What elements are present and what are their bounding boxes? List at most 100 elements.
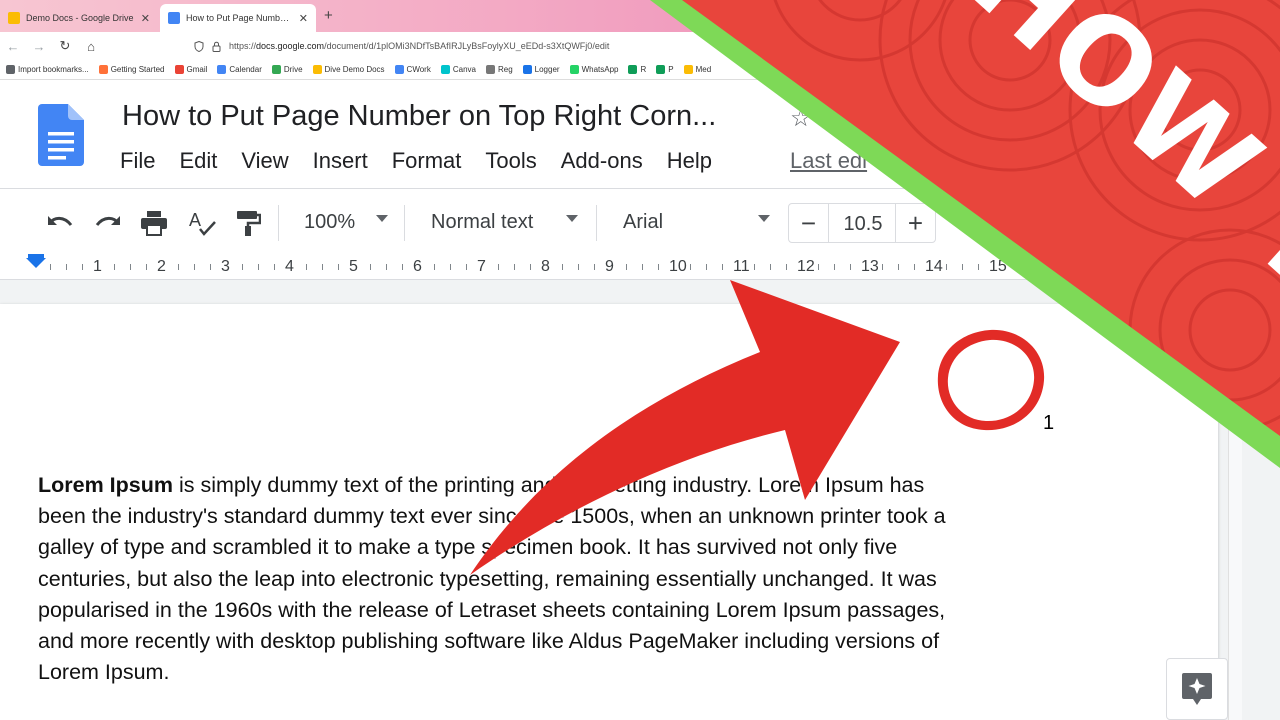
bookmark-item[interactable]: Import bookmarks...	[6, 65, 89, 74]
browser-tab-drive[interactable]: Demo Docs - Google Drive ✕	[0, 4, 158, 32]
bookmark-label: Drive	[283, 65, 303, 74]
paragraph-style-select[interactable]: Normal text	[431, 211, 533, 234]
ruler-number: 9	[605, 258, 614, 275]
bookmark-item[interactable]: Dive Demo Docs	[312, 65, 385, 74]
bookmark-icon	[440, 65, 450, 74]
star-icon[interactable]: ☆	[790, 104, 812, 133]
ruler-tick	[706, 264, 707, 270]
new-tab-button[interactable]: +	[324, 7, 333, 24]
menu-addons[interactable]: Add-ons	[561, 148, 643, 174]
last-edit-link[interactable]: Last edi	[790, 148, 867, 174]
ruler-tick	[306, 264, 307, 270]
ruler-number: 5	[349, 258, 358, 275]
google-docs-logo-icon[interactable]	[38, 104, 84, 166]
ruler-number: 14	[925, 258, 943, 275]
bookmark-item[interactable]: P	[656, 65, 674, 74]
forward-arrow-icon[interactable]: →	[26, 39, 52, 54]
menu-insert[interactable]: Insert	[313, 148, 368, 174]
browser-tabstrip: Demo Docs - Google Drive ✕ How to Put Pa…	[0, 0, 1280, 32]
font-select[interactable]: Arial	[623, 211, 663, 234]
ruler-tick	[850, 264, 851, 270]
bookmarks-bar: Import bookmarks... Getting Started Gmail C…	[0, 60, 1280, 80]
back-arrow-icon[interactable]: ←	[0, 39, 26, 54]
bookmark-icon	[656, 65, 666, 74]
ruler-tick	[498, 264, 499, 270]
menu-tools[interactable]: Tools	[485, 148, 536, 174]
chevron-down-icon[interactable]	[566, 215, 578, 222]
document-page[interactable]: 1 Lorem Ipsum is simply dummy text of th…	[0, 304, 1218, 720]
bookmark-item[interactable]: Getting Started	[98, 65, 165, 74]
menu-file[interactable]: File	[120, 148, 155, 174]
ruler-tick	[402, 264, 403, 270]
document-title[interactable]: How to Put Page Number on Top Right Corn…	[122, 100, 716, 133]
ruler-tick	[146, 264, 147, 270]
ruler-tick	[450, 264, 451, 270]
bookmark-label: Gmail	[186, 65, 208, 74]
menu-help[interactable]: Help	[667, 148, 712, 174]
bookmark-item[interactable]: Logger	[522, 65, 560, 74]
bookmark-item[interactable]: Reg	[485, 65, 513, 74]
ruler-number: 1	[93, 258, 102, 275]
browser-navbar: ← → ↻ ⌂ https://docs.google.com/document…	[0, 32, 1280, 60]
ruler-tick	[578, 264, 579, 270]
undo-icon[interactable]	[44, 207, 76, 239]
ruler-tick	[130, 264, 131, 270]
bookmark-icon	[485, 65, 495, 74]
body-line: is simply dummy text of the printing and…	[173, 473, 925, 497]
bookmark-item[interactable]: Calendar	[217, 65, 262, 74]
close-tab-icon[interactable]: ✕	[141, 12, 150, 25]
bookmark-item[interactable]: Gmail	[174, 65, 208, 74]
bookmark-label: Reg	[497, 65, 513, 74]
bookmark-item[interactable]: WhatsApp	[569, 65, 618, 74]
ruler-tick	[114, 264, 115, 270]
ruler-tick	[50, 264, 51, 270]
lock-icon	[212, 41, 221, 52]
ruler-number: 6	[413, 258, 422, 275]
page-number: 1	[1043, 412, 1055, 434]
bookmark-item[interactable]: Canva	[440, 65, 476, 74]
browser-tab-docs[interactable]: How to Put Page Number on To ✕	[160, 4, 316, 32]
bookmark-label: Logger	[534, 65, 560, 74]
menu-view[interactable]: View	[241, 148, 288, 174]
redo-icon[interactable]	[92, 207, 124, 239]
bookmark-item[interactable]: CWork	[394, 65, 431, 74]
bookmark-item[interactable]: Drive	[271, 65, 303, 74]
docs-menubar: File Edit View Insert Format Tools Add-o…	[120, 148, 712, 174]
home-icon[interactable]: ⌂	[78, 39, 104, 54]
menu-format[interactable]: Format	[392, 148, 462, 174]
bookmark-item[interactable]: Med	[683, 65, 712, 74]
increase-font-size-button[interactable]: +	[895, 204, 935, 242]
bookmark-item[interactable]: R	[628, 65, 646, 74]
ruler-tick	[514, 264, 515, 270]
ruler-tick	[754, 264, 755, 270]
close-tab-icon[interactable]: ✕	[299, 12, 308, 25]
body-paragraph[interactable]: Lorem Ipsum is simply dummy text of the …	[38, 470, 1048, 688]
address-bar[interactable]: https://docs.google.com/document/d/1plOM…	[186, 35, 806, 57]
document-canvas: 1 Lorem Ipsum is simply dummy text of th…	[0, 280, 1280, 720]
paint-format-icon[interactable]	[232, 207, 264, 239]
font-size-input[interactable]: 10.5	[829, 213, 897, 236]
chevron-down-icon[interactable]	[376, 215, 388, 222]
vertical-scrollbar[interactable]	[1228, 304, 1242, 720]
explore-button[interactable]	[1166, 658, 1228, 720]
menu-edit[interactable]: Edit	[179, 148, 217, 174]
print-icon[interactable]	[138, 207, 170, 239]
decrease-font-size-button[interactable]: −	[789, 204, 829, 242]
shield-icon	[194, 40, 204, 52]
zoom-select[interactable]: 100%	[304, 211, 355, 234]
toolbar-divider	[596, 205, 597, 241]
ruler-tick	[898, 264, 899, 270]
bold-text: Lorem Ipsum	[38, 473, 173, 497]
bookmark-icon	[312, 65, 322, 74]
bookmark-label: Med	[695, 65, 712, 74]
bookmark-label: Getting Started	[110, 65, 165, 74]
ruler-tick	[66, 264, 67, 270]
bookmark-icon	[628, 65, 638, 74]
left-indent-handle[interactable]	[26, 258, 46, 268]
horizontal-ruler[interactable]: 1 2 3 4 5 6 7 8 9 10 11 12 13 14 15	[0, 254, 1280, 280]
reload-icon[interactable]: ↻	[52, 38, 78, 54]
ruler-tick	[770, 264, 771, 270]
chevron-down-icon[interactable]	[758, 215, 770, 222]
bookmark-icon	[394, 65, 404, 74]
spellcheck-icon[interactable]: A	[186, 207, 218, 239]
